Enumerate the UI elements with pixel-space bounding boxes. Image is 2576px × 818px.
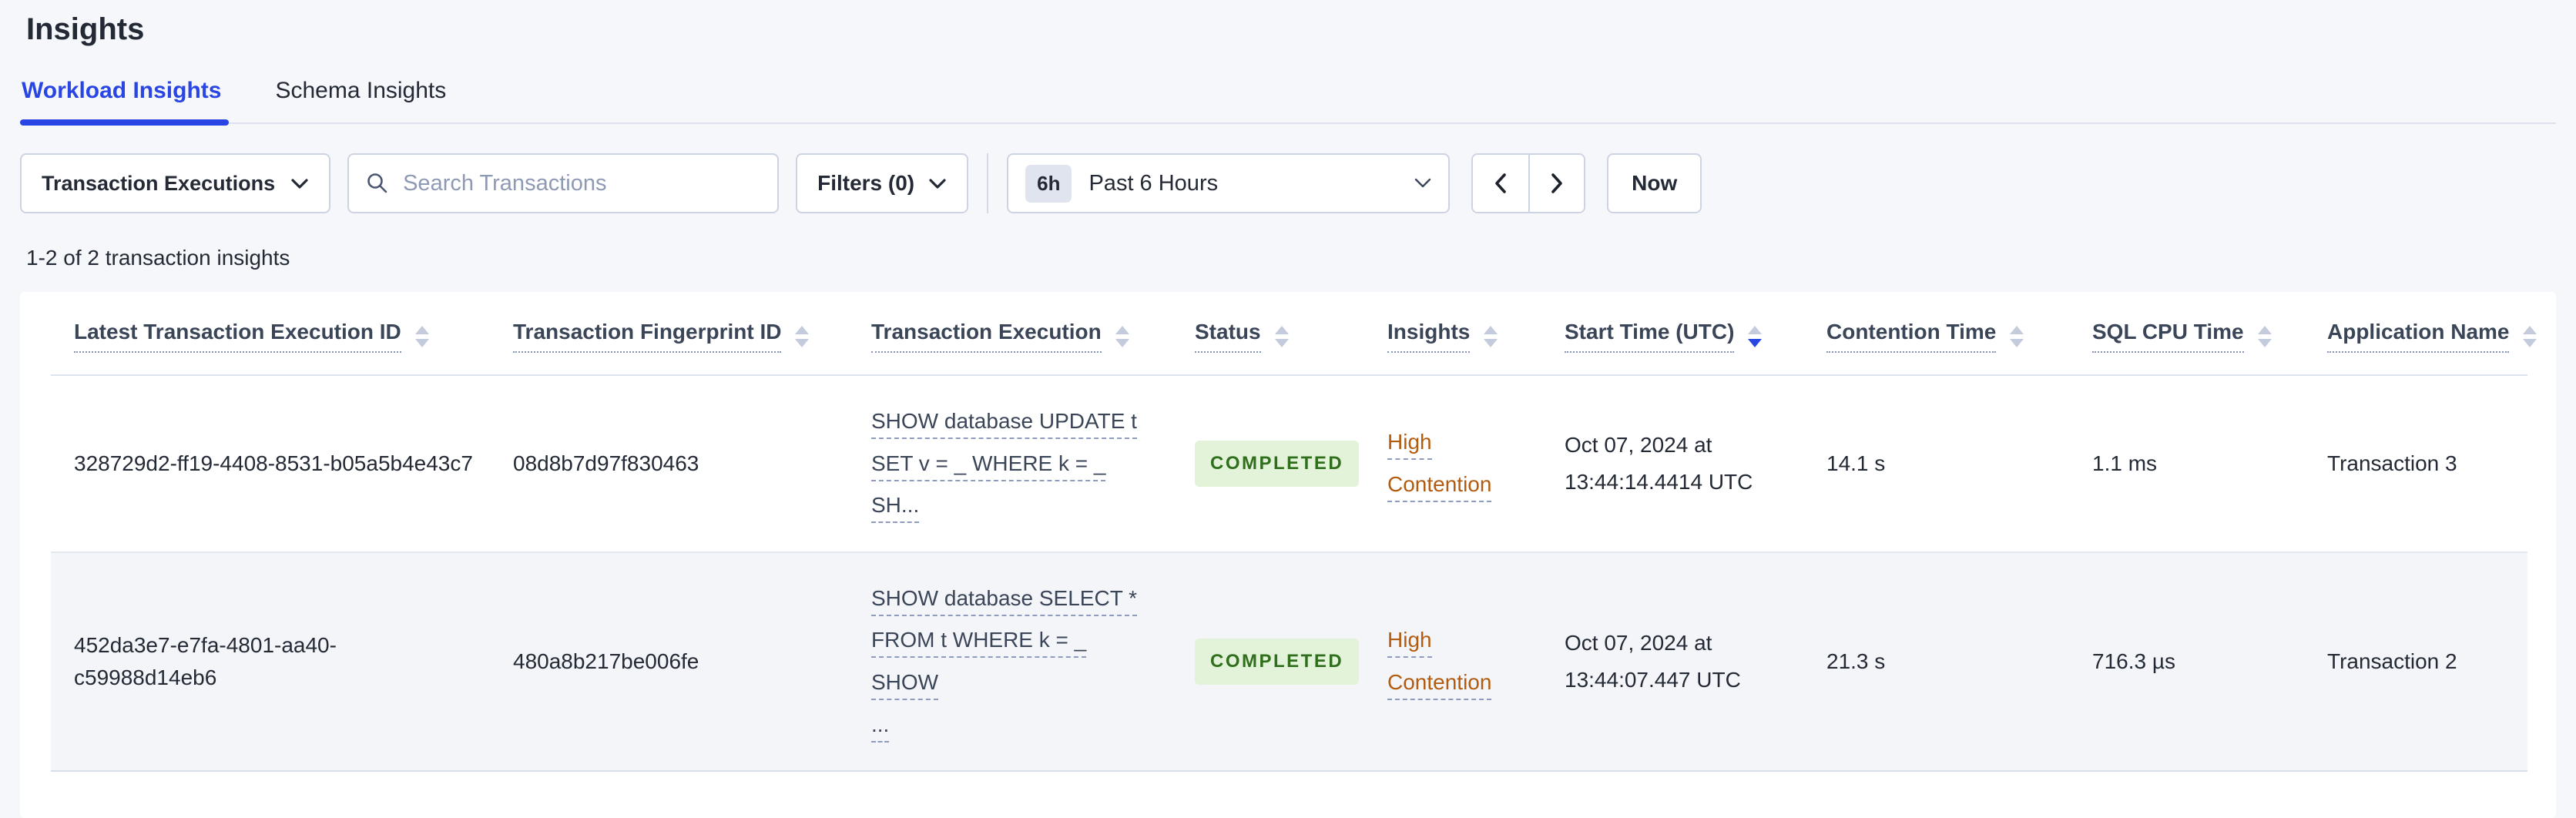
cell-execution-id: 452da3e7-e7fa-4801-aa40-c59988d14eb6: [51, 551, 490, 773]
active-tab-indicator: [20, 119, 230, 126]
cell-insights: High Contention: [1364, 551, 1541, 773]
high-contention-link[interactable]: High Contention: [1387, 430, 1492, 502]
chevron-down-icon: [928, 178, 947, 189]
now-button-label: Now: [1632, 171, 1678, 195]
time-range-picker[interactable]: 6h Past 6 Hours: [1007, 153, 1451, 213]
workload-type-dropdown[interactable]: Transaction Executions: [20, 153, 331, 213]
tab-schema-insights-label: Schema Insights: [275, 78, 447, 103]
cell-application-name: Transaction 3: [2304, 375, 2527, 553]
tab-workload-insights[interactable]: Workload Insights: [20, 78, 230, 126]
status-badge: COMPLETED: [1195, 638, 1360, 685]
chevron-left-icon: [1493, 172, 1508, 195]
column-header-start-time[interactable]: Start Time (UTC): [1541, 292, 1803, 376]
cell-application-name: Transaction 2: [2304, 551, 2527, 773]
time-range-nav: [1471, 153, 1586, 213]
cell-transaction-execution: SHOW database UPDATE t SET v = _ WHERE k…: [848, 375, 1172, 553]
tab-schema-insights[interactable]: Schema Insights: [275, 78, 446, 122]
column-header-status[interactable]: Status: [1172, 292, 1364, 376]
next-time-range-button[interactable]: [1528, 155, 1585, 212]
sort-icon: [1484, 325, 1498, 347]
toolbar: Transaction Executions Filters (0) 6h Pa…: [20, 153, 2556, 213]
cell-fingerprint-id: 08d8b7d97f830463: [490, 375, 848, 553]
sort-icon: [414, 325, 429, 347]
page-title: Insights: [26, 12, 145, 46]
toolbar-divider: [987, 153, 989, 213]
now-button[interactable]: Now: [1607, 153, 1702, 213]
cell-insights: High Contention: [1364, 375, 1541, 553]
chevron-down-icon: [1414, 178, 1431, 189]
previous-time-range-button[interactable]: [1473, 155, 1529, 212]
workload-type-dropdown-label: Transaction Executions: [42, 171, 276, 195]
search-input[interactable]: [401, 169, 761, 197]
sort-icon: [2257, 325, 2272, 347]
column-header-application-name[interactable]: Application Name: [2304, 292, 2537, 376]
column-header-transaction-fingerprint-id[interactable]: Transaction Fingerprint ID: [490, 292, 848, 376]
transaction-statement-link[interactable]: SHOW database SELECT * FROM t WHERE k = …: [871, 585, 1137, 743]
insights-table-card: Latest Transaction Execution ID Transact…: [20, 292, 2556, 818]
transaction-insights-table: Latest Transaction Execution ID Transact…: [51, 292, 2537, 773]
chevron-down-icon: [290, 178, 309, 189]
cell-transaction-execution: SHOW database SELECT * FROM t WHERE k = …: [848, 551, 1172, 773]
chevron-right-icon: [1549, 172, 1565, 195]
search-box[interactable]: [347, 153, 780, 213]
results-count: 1-2 of 2 transaction insights: [26, 246, 290, 270]
column-header-contention-time[interactable]: Contention Time: [1803, 292, 2069, 376]
cell-start-time: Oct 07, 2024 at 13:44:07.447 UTC: [1541, 551, 1803, 773]
table-header-row: Latest Transaction Execution ID Transact…: [51, 292, 2537, 376]
table-row: 452da3e7-e7fa-4801-aa40-c59988d14eb6 480…: [51, 551, 2527, 773]
filters-dropdown[interactable]: Filters (0): [796, 153, 969, 213]
cell-execution-id: 328729d2-ff19-4408-8531-b05a5b4e43c7: [51, 375, 490, 553]
tab-bar: Workload Insights Schema Insights: [20, 78, 2556, 126]
cell-sql-cpu-time: 716.3 µs: [2069, 551, 2304, 773]
column-header-transaction-execution[interactable]: Transaction Execution: [848, 292, 1172, 376]
sort-icon: [2010, 325, 2024, 347]
tab-workload-insights-label: Workload Insights: [22, 78, 222, 103]
sort-icon: [1115, 325, 1129, 347]
column-header-sql-cpu-time[interactable]: SQL CPU Time: [2069, 292, 2304, 376]
cell-contention-time: 21.3 s: [1803, 551, 2069, 773]
cell-status: COMPLETED: [1172, 375, 1364, 553]
cell-start-time: Oct 07, 2024 at 13:44:14.4414 UTC: [1541, 375, 1803, 553]
transaction-statement-link[interactable]: SHOW database UPDATE t SET v = _ WHERE k…: [871, 409, 1137, 524]
sort-icon: [1274, 325, 1289, 347]
column-header-insights[interactable]: Insights: [1364, 292, 1541, 376]
time-range-label: Past 6 Hours: [1088, 170, 1219, 196]
cell-status: COMPLETED: [1172, 551, 1364, 773]
cell-contention-time: 14.1 s: [1803, 375, 2069, 553]
sort-icon: [2523, 325, 2537, 347]
search-icon: [366, 172, 389, 195]
sort-icon: [795, 325, 810, 347]
column-header-latest-transaction-execution-id[interactable]: Latest Transaction Execution ID: [51, 292, 490, 376]
sort-icon-descending-active: [1748, 325, 1763, 347]
insights-page: Insights Workload Insights Schema Insigh…: [0, 0, 2576, 818]
time-range-badge: 6h: [1025, 164, 1072, 203]
table-row: 328729d2-ff19-4408-8531-b05a5b4e43c7 08d…: [51, 375, 2527, 553]
cell-fingerprint-id: 480a8b217be006fe: [490, 551, 848, 773]
status-badge: COMPLETED: [1195, 440, 1360, 487]
filters-dropdown-label: Filters (0): [817, 171, 915, 195]
high-contention-link[interactable]: High Contention: [1387, 628, 1492, 700]
cell-sql-cpu-time: 1.1 ms: [2069, 375, 2304, 553]
